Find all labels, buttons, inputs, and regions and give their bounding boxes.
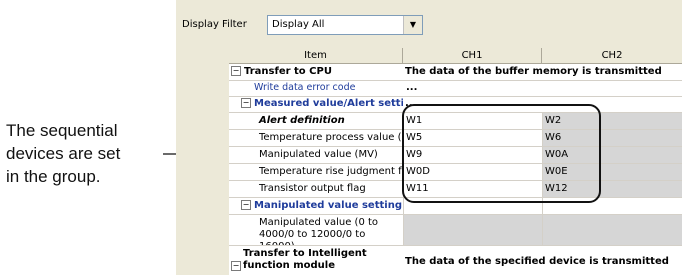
tree-item-manipulated[interactable]: Manipulated value (MV) [229,146,403,163]
cell-ch1[interactable] [403,214,542,245]
grid-line [229,80,682,81]
table-row[interactable]: Write data error code ... [229,80,682,96]
sequential-devices-highlight [402,104,601,203]
display-filter-label: Display Filter [182,19,247,30]
column-header-ch1[interactable]: CH1 [403,48,542,64]
grid-line [229,96,682,97]
tree-item-manip-setting[interactable]: − Manipulated value setting [229,197,403,214]
tree-item-transfer-to-cpu[interactable]: − Transfer to CPU [229,64,403,80]
column-header-ch2[interactable]: CH2 [542,48,682,64]
table-row[interactable]: − Transfer to Intelligent function module… [229,245,682,275]
tree-item-temp-process[interactable]: Temperature process value (PV [229,129,403,146]
tree-item-temp-rise[interactable]: Temperature rise judgment flag [229,163,403,180]
display-filter-value: Display All [272,19,325,30]
grid-line [229,245,682,246]
write-error-value: ... [406,82,418,93]
table-row[interactable]: − Transfer to CPU The data of the buffer … [229,64,682,80]
collapse-icon[interactable]: − [231,261,241,271]
table-row[interactable]: Manipulated value (0 to 4000/0 to 12000/… [229,214,682,245]
display-filter-select[interactable]: Display All ▼ [267,15,423,35]
transfer-intelligent-value: The data of the specified device is tran… [405,256,669,267]
grid-line [229,214,682,215]
cell-ch2[interactable] [542,214,682,245]
collapse-icon[interactable]: − [231,66,241,76]
dropdown-arrow-icon[interactable]: ▼ [403,16,422,34]
transfer-to-cpu-value: The data of the buffer memory is transmi… [405,66,662,77]
collapse-icon[interactable]: − [241,200,251,210]
column-header-item[interactable]: Item [229,48,403,64]
tree-item-measured-alert[interactable]: − Measured value/Alert setting [229,96,403,112]
tree-item-write-error[interactable]: Write data error code [229,80,403,96]
tree-item-manip-range[interactable]: Manipulated value (0 to 4000/0 to 12000/… [229,214,403,245]
tree-item-alert-definition[interactable]: Alert definition [229,112,403,129]
tree-item-transistor[interactable]: Transistor output flag [229,180,403,197]
collapse-icon[interactable]: − [241,98,251,108]
tree-item-transfer-intelligent[interactable]: − Transfer to Intelligent function module [229,245,403,275]
